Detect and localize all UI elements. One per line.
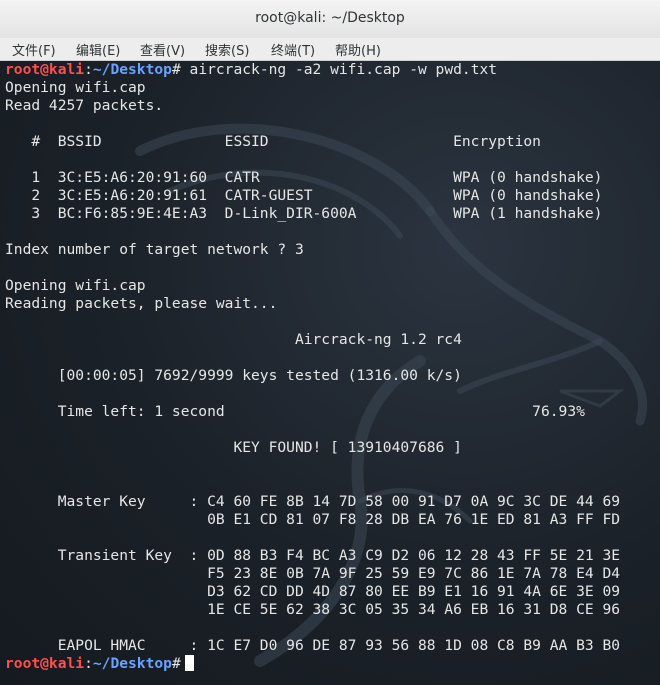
network-row: 2 3C:E5:A6:20:91:61 CATR-GUEST WPA (0 ha… [5, 187, 603, 204]
master-key-line: Master Key : C4 60 FE 8B 14 7D 58 00 91 … [5, 493, 621, 510]
transient-key-line: Transient Key : 0D 88 B3 F4 BC A3 C9 D2 … [5, 547, 621, 564]
prompt-path: ~/Desktop [92, 655, 172, 672]
command-line: root@kali:~/Desktop# aircrack-ng -a2 wif… [5, 61, 660, 79]
menu-file[interactable]: 文件(F) [12, 40, 56, 59]
prompt-separator: : [84, 655, 93, 672]
network-row: 1 3C:E5:A6:20:91:60 CATR WPA (0 handshak… [5, 169, 603, 186]
prompt-hash: # [171, 61, 181, 78]
prompt-hash: # [171, 655, 181, 672]
master-key-line: 0B E1 CD 81 07 F8 28 DB EA 76 1E ED 81 A… [5, 511, 621, 528]
network-row: 3 BC:F6:85:9E:4E:A3 D-Link_DIR-600A WPA … [5, 205, 603, 222]
menu-terminal[interactable]: 终端(T) [271, 40, 315, 59]
output-line: Read 4257 packets. [5, 97, 164, 114]
title-bar[interactable]: root@kali: ~/Desktop [0, 0, 660, 38]
transient-key-line: 1E CE 5E 62 38 3C 05 35 34 A6 EB 16 31 D… [5, 601, 621, 618]
output-line: Opening wifi.cap [5, 79, 146, 96]
prompt-separator: : [84, 61, 93, 78]
prompt-path: ~/Desktop [92, 61, 172, 78]
menu-help[interactable]: 帮助(H) [335, 40, 381, 59]
text-cursor [184, 655, 194, 671]
time-left-line: Time left: 1 second 76.93% [5, 403, 585, 420]
prompt-user: root@kali [5, 61, 85, 78]
prompt-line: root@kali:~/Desktop# [5, 655, 660, 673]
eapol-hmac-line: EAPOL HMAC : 1C E7 D0 96 DE 87 93 56 88 … [5, 637, 621, 654]
menu-search[interactable]: 搜索(S) [205, 40, 249, 59]
key-found-line: KEY FOUND! [ 13910407686 ] [5, 439, 462, 456]
terminal-window: root@kali: ~/Desktop 文件(F) 编辑(E) 查看(V) 搜… [0, 0, 660, 685]
window-title: root@kali: ~/Desktop [255, 10, 405, 26]
command-text: aircrack-ng -a2 wifi.cap -w pwd.txt [180, 61, 498, 78]
output-line: Opening wifi.cap [5, 277, 146, 294]
progress-line: [00:00:05] 7692/9999 keys tested (1316.0… [5, 367, 462, 384]
transient-key-line: F5 23 8E 0B 7A 9F 25 59 E9 7C 86 1E 7A 7… [5, 565, 621, 582]
transient-key-line: D3 62 CD DD 4D 87 80 EE B9 E1 16 91 4A 6… [5, 583, 621, 600]
index-prompt-line: Index number of target network ? 3 [5, 241, 304, 258]
network-table-header: # BSSID ESSID Encryption [5, 133, 541, 150]
terminal-output[interactable]: root@kali:~/Desktop# aircrack-ng -a2 wif… [0, 61, 660, 685]
aircrack-banner: Aircrack-ng 1.2 rc4 [5, 331, 462, 348]
menu-view[interactable]: 查看(V) [140, 40, 185, 59]
menu-edit[interactable]: 编辑(E) [76, 40, 120, 59]
menu-bar: 文件(F) 编辑(E) 查看(V) 搜索(S) 终端(T) 帮助(H) [0, 38, 660, 61]
prompt-user: root@kali [5, 655, 85, 672]
output-line: Reading packets, please wait... [5, 295, 278, 312]
